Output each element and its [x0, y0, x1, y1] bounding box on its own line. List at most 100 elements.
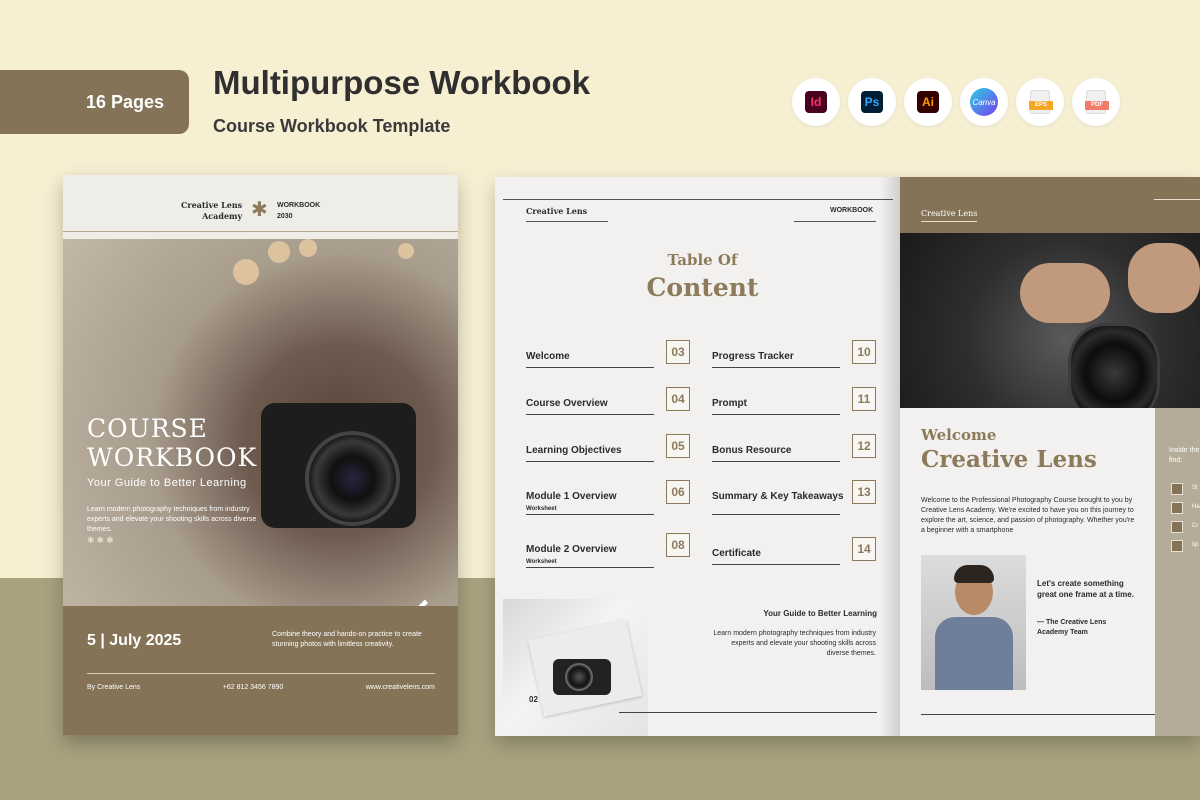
toc-item: Course Overview 04 [526, 387, 690, 443]
eps-file-icon: EPS [1016, 78, 1064, 126]
side-item: Ha [1192, 504, 1200, 510]
cover-workbook-label: WORKBOOK [277, 202, 321, 209]
checkbox-icon [1171, 483, 1183, 495]
toc-item: Module 2 Overview Worksheet 08 [526, 533, 690, 589]
welcome-quote: Let's create something great one frame a… [1037, 579, 1134, 599]
page-title: Multipurpose Workbook [213, 64, 591, 101]
side-item: St [1192, 485, 1198, 491]
toc-top-rule [503, 199, 893, 200]
camera-lens [305, 431, 400, 526]
toc-item-label: Certificate [712, 548, 761, 559]
photoshop-icon: Ps [848, 78, 896, 126]
illustrator-icon: Ai [904, 78, 952, 126]
toc-item-label: Module 1 Overview [526, 491, 617, 502]
cover-contact-row: By Creative Lens +62 812 3456 7890 www.c… [87, 684, 435, 691]
toc-item-line [712, 564, 840, 565]
cover-workbook-year: WORKBOOK 2030 [277, 200, 320, 222]
software-icons: Id Ps Ai Canva EPS PDF [792, 78, 1120, 126]
cover-divider [63, 231, 458, 232]
toc-item-page: 13 [852, 480, 876, 504]
welcome-side-panel: Inside the find: St Ha Cr tip [1155, 408, 1200, 736]
side-panel-text: Inside the find: [1169, 447, 1200, 464]
canva-label: Canva [970, 88, 998, 116]
small-camera-lens [565, 663, 593, 691]
cover-phone: +62 812 3456 7890 [222, 684, 284, 691]
cover-title-line1: COURSE [87, 414, 208, 443]
toc-item-page: 11 [852, 387, 876, 411]
welcome-name: Creative Lens [921, 446, 1097, 473]
camera-lens-closeup [1068, 323, 1160, 408]
toc-guide-description: Learn modern photography techniques from… [713, 630, 876, 657]
toc-item-page: 05 [666, 434, 690, 458]
toc-item-line [526, 367, 654, 368]
welcome-content: Welcome Creative Lens Welcome to the Pro… [900, 408, 1155, 736]
checkbox-icon [1171, 521, 1183, 533]
welcome-brand-underline [921, 221, 977, 222]
toc-brand: Creative Lens [526, 206, 588, 216]
welcome-signature: — The Creative Lens Academy Team [1037, 619, 1107, 636]
toc-workbook-underline [794, 221, 876, 222]
toc-guide-title: Your Guide to Better Learning [763, 609, 877, 618]
toc-item-label: Welcome [526, 351, 570, 362]
cover-date: 5 | July 2025 [87, 632, 182, 649]
toc-item-label: Summary & Key Takeaways [712, 491, 844, 502]
toc-item-line [712, 367, 840, 368]
side-item: Cr [1192, 523, 1199, 529]
toc-item: Bonus Resource 12 [712, 434, 876, 490]
toc-item-line [712, 514, 840, 515]
toc-item-page: 04 [666, 387, 690, 411]
cover-brand: Creative Lens Academy [181, 200, 242, 222]
toc-item-label: Prompt [712, 398, 747, 409]
cover-by: By Creative Lens [87, 684, 141, 691]
arrow-down-left-icon: ↙ [399, 591, 433, 606]
toc-bottom-rule [619, 712, 877, 713]
welcome-intro: Welcome to the Professional Photography … [921, 497, 1135, 534]
toc-item-page: 10 [852, 340, 876, 364]
indesign-label: Id [805, 91, 827, 113]
toc-item-line [526, 514, 654, 515]
checkbox-icon [1171, 502, 1183, 514]
cover-tagline: Your Guide to Better Learning [87, 477, 247, 489]
toc-item-sub: Worksheet [526, 559, 557, 565]
cover-title: COURSE WORKBOOK [87, 414, 257, 472]
cover-year-label: 2030 [277, 213, 293, 220]
pdf-file-icon: PDF [1072, 78, 1120, 126]
cover-brand-line1: Creative Lens [181, 200, 243, 210]
welcome-brand: Creative Lens [921, 209, 978, 218]
toc-item-line [526, 567, 654, 568]
eps-label: EPS [1029, 101, 1053, 110]
welcome-bottom-rule [921, 714, 1155, 715]
photoshop-label: Ps [861, 91, 883, 113]
toc-item-label: Learning Objectives [526, 445, 622, 456]
canva-icon: Canva [960, 78, 1008, 126]
side-item: tip [1192, 542, 1199, 548]
toc-item-label: Module 2 Overview [526, 544, 617, 555]
toc-title-line2: Content [646, 273, 759, 302]
toc-item: Learning Objectives 05 [526, 434, 690, 490]
indesign-icon: Id [792, 78, 840, 126]
toc-title-line1: Table Of [667, 251, 738, 269]
checkbox-icon [1171, 540, 1183, 552]
cover-website: www.creativelens.com [365, 684, 435, 691]
page-subtitle: Course Workbook Template [213, 116, 451, 136]
workbook-cover: Creative Lens Academy ✱ WORKBOOK 2030 CO… [63, 175, 458, 735]
flower-logo-icon: ✱ [251, 199, 268, 221]
cover-brand-line2: Academy [202, 211, 243, 221]
welcome-top-rule [1154, 199, 1200, 200]
instructor-photo [921, 555, 1026, 690]
spread-gutter-shadow [880, 177, 900, 736]
toc-item-page: 06 [666, 480, 690, 504]
toc-item: Progress Tracker 10 [712, 340, 876, 396]
welcome-heading: Welcome [921, 426, 997, 444]
toc-item-line [526, 414, 654, 415]
toc-item: Module 1 Overview Worksheet 06 [526, 480, 690, 536]
toc-item-line [526, 461, 654, 462]
decorative-stars-icon: ✱✱✱ [87, 535, 116, 545]
toc-item-label: Bonus Resource [712, 445, 792, 456]
toc-brand-underline [526, 221, 608, 222]
welcome-page: Creative Lens Welcome Creative Lens Welc… [900, 177, 1200, 736]
toc-item-page: 08 [666, 533, 690, 557]
cover-photo-photographer: COURSE WORKBOOK Your Guide to Better Lea… [63, 239, 458, 606]
toc-item-page: 12 [852, 434, 876, 458]
toc-workbook-label: WORKBOOK [830, 207, 874, 214]
